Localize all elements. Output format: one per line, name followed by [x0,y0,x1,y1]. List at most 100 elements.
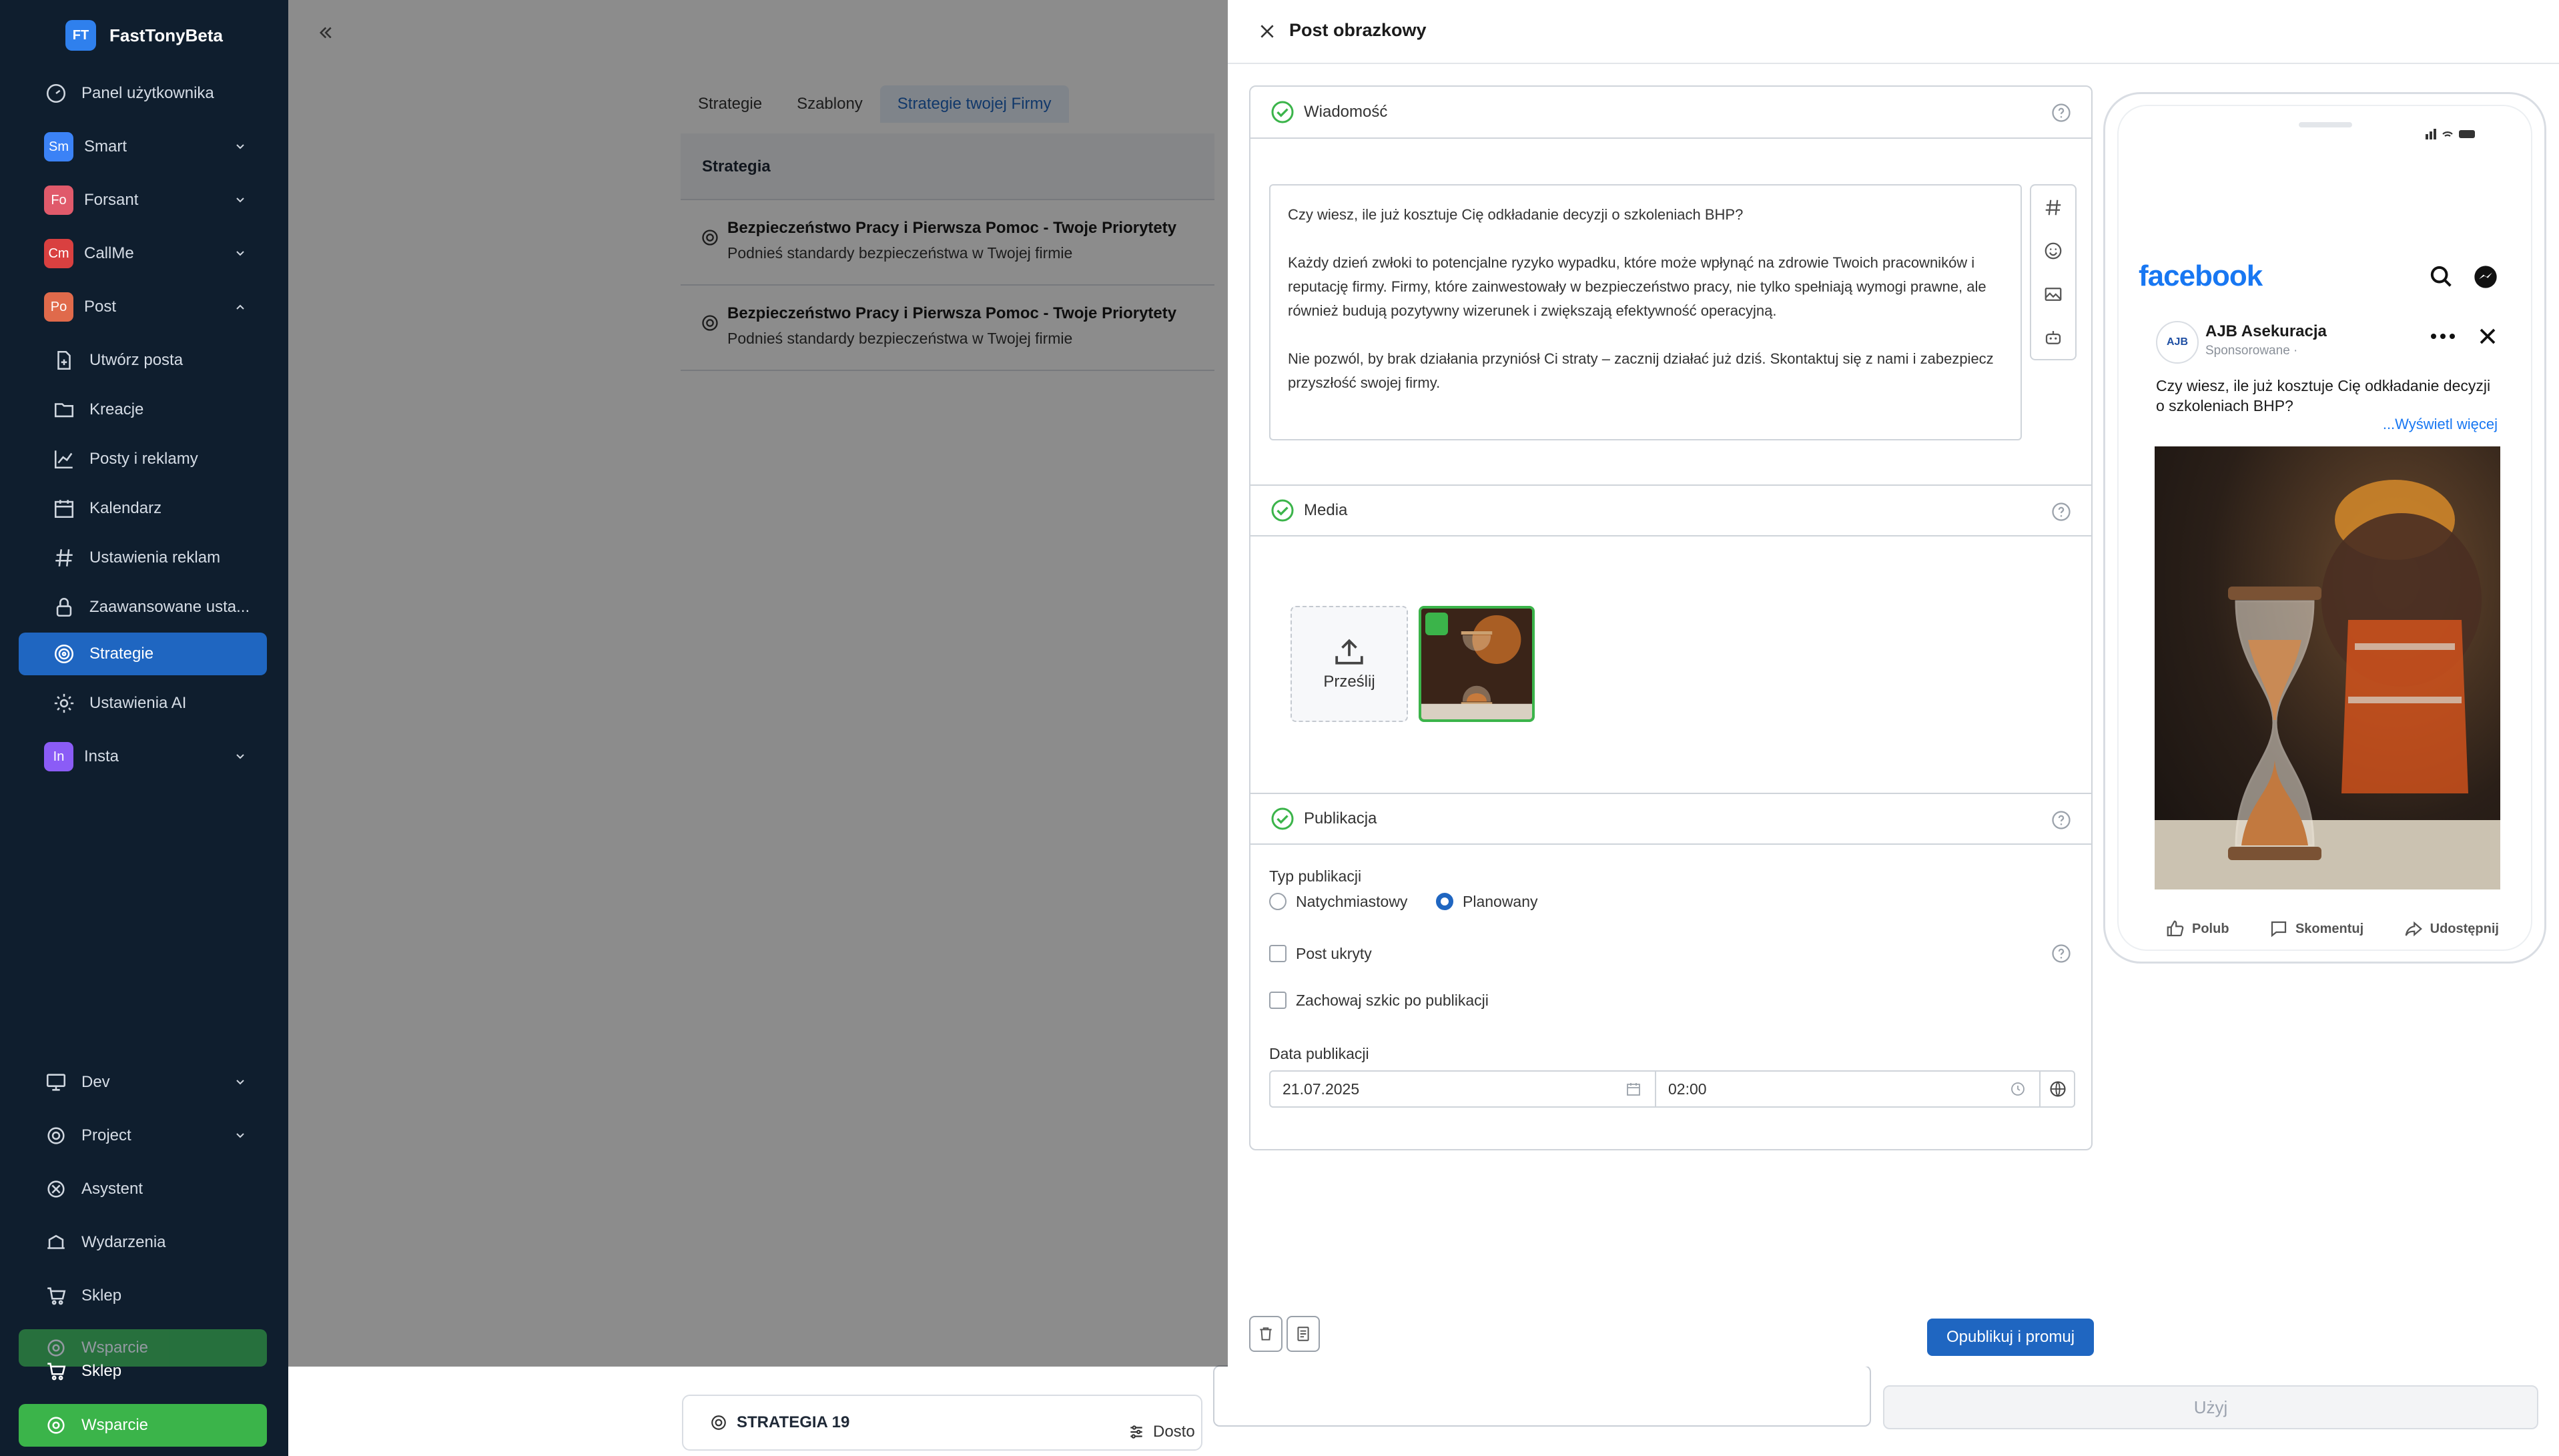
sidebar-item-label: Panel użytkownika [81,84,214,102]
bottom-text-input[interactable] [1213,1365,1871,1427]
radio-immediate[interactable] [1269,893,1287,910]
brand-logo: FT [65,20,96,51]
hashtag-icon[interactable] [2043,198,2063,218]
strategy-card[interactable]: STRATEGIA 19 [682,1395,1202,1451]
check-circle-icon [1271,499,1294,522]
sidebar-item-label: Asystent [81,1180,143,1198]
sidebar-item-post[interactable]: Po Post [19,286,267,328]
thumbs-up-icon [2167,920,2184,937]
facebook-preview: facebook AJB AJB Asekuracja Sponsorowane… [2103,92,2546,964]
sidebar-footer-shop[interactable]: Sklep [19,1355,267,1388]
sidebar-item-ad-settings[interactable]: Ustawienia reklam [19,536,267,579]
sidebar-item-label: Posty i reklamy [89,450,198,468]
upload-button[interactable]: Prześlij [1291,606,1408,722]
sidebar-item-label: Forsant [84,191,139,209]
sponsored-label: Sponsorowane · [2205,344,2298,358]
help-icon[interactable] [2051,944,2071,964]
strategy-card-right[interactable]: Dosto [1128,1423,1195,1441]
sidebar-item-label: Wydarzenia [81,1233,166,1251]
upload-icon [1335,639,1363,665]
events-icon [43,1229,69,1256]
radio-scheduled-label: Planowany [1463,893,1538,910]
cart-icon [43,1283,69,1309]
radio-immediate-label: Natychmiastowy [1296,893,1408,910]
globe-icon[interactable] [2049,1080,2067,1098]
chevron-down-icon [236,1080,244,1085]
sidebar-item-creatives[interactable]: Kreacje [19,388,267,431]
share-label: Udostępnij [2430,921,2499,936]
sidebar-item-label: Sklep [81,1362,122,1380]
sidebar-item-create-post[interactable]: Utwórz posta [19,339,267,382]
sidebar-item-advanced-settings[interactable]: Zaawansowane usta... [19,586,267,629]
time-input[interactable]: 02:00 [1656,1072,2041,1106]
sidebar-item-label: Zaawansowane usta... [89,598,250,616]
emoji-icon[interactable] [2043,241,2063,261]
date-input[interactable]: 21.07.2025 [1270,1072,1655,1106]
sidebar-item-label: Project [81,1126,131,1144]
message-paragraph: Nie pozwól, by brak działania przyniósł … [1288,350,1994,391]
brand[interactable]: FT FastTonyBeta [65,20,223,51]
sidebar-item-calendar[interactable]: Kalendarz [19,487,267,530]
sidebar-item-label: Smart [84,137,127,155]
sidebar-item-callme[interactable]: Cm CallMe [19,232,267,275]
clock-icon[interactable] [2010,1081,2026,1097]
support-icon [43,1412,69,1439]
cart-icon [43,1358,69,1385]
section-message-header[interactable]: Wiadomość [1250,87,2091,139]
media-thumbnail[interactable] [1419,606,1535,722]
callme-badge: Cm [44,239,73,268]
delete-button[interactable] [1249,1316,1283,1352]
sidebar-item-dashboard[interactable]: Panel użytkownika [19,72,267,115]
share-icon [2405,921,2422,937]
comment-action: Skomentuj [2269,919,2363,939]
more-options-icon [2431,334,2455,339]
sidebar-item-insta[interactable]: In Insta [19,735,267,778]
post-badge: Po [44,292,73,322]
sidebar-item-events[interactable]: Wydarzenia [19,1221,267,1264]
help-icon[interactable] [2051,103,2071,123]
sidebar-item-label: Insta [84,747,119,765]
modal-backdrop[interactable] [288,0,1228,1367]
draft-button[interactable] [1287,1316,1320,1352]
image-icon[interactable] [2043,284,2063,304]
radio-scheduled[interactable] [1436,893,1453,910]
sidebar-item-assistant[interactable]: Asystent [19,1168,267,1210]
messenger-icon [2474,266,2497,288]
section-message-label: Wiadomość [1304,103,1388,121]
keep-draft-checkbox[interactable] [1269,992,1287,1009]
sidebar-item-smart[interactable]: Sm Smart [19,125,267,168]
publication-type-label: Typ publikacji [1269,867,1362,885]
message-textarea[interactable]: Czy wiesz, ile już kosztuje Cię odkładan… [1269,184,2022,440]
publish-promote-button[interactable]: Opublikuj i promuj [1927,1319,2094,1356]
section-media-header[interactable]: Media [1250,484,2091,536]
sidebar-item-label: Ustawienia reklam [89,549,221,567]
crop-icon[interactable] [1425,613,1448,635]
sidebar-item-forsant[interactable]: Fo Forsant [19,179,267,222]
drawer-footer-tools [1249,1316,1320,1352]
phone-notch [2299,122,2352,127]
comment-label: Skomentuj [2295,921,2364,936]
sidebar-footer-support[interactable]: Wsparcie [19,1404,267,1447]
section-publication-label: Publikacja [1304,809,1377,827]
robot-icon[interactable] [2043,328,2063,348]
calendar-icon[interactable] [1625,1081,1641,1097]
sidebar-item-strategies[interactable]: Strategie [19,633,267,675]
hidden-post-checkbox[interactable] [1269,945,1287,962]
chevron-up-icon [236,304,244,310]
sidebar-item-dev[interactable]: Dev [19,1061,267,1104]
use-button[interactable]: Użyj [1883,1385,2538,1429]
sidebar-item-project[interactable]: Project [19,1114,267,1157]
sidebar-item-label: Kalendarz [89,499,162,517]
sidebar-item-ai-settings[interactable]: Ustawienia AI [19,682,267,725]
help-icon[interactable] [2051,502,2071,522]
help-icon[interactable] [2051,810,2071,830]
close-icon[interactable] [1258,23,1276,40]
sidebar-item-label: Ustawienia AI [89,694,187,712]
document-icon [1297,1327,1309,1341]
lock-icon [51,594,77,621]
page-name: AJB Asekuracja [2205,322,2327,340]
sidebar-item-posts-ads[interactable]: Posty i reklamy [19,438,267,480]
section-publication-header[interactable]: Publikacja [1250,793,2091,845]
smart-badge: Sm [44,132,73,161]
sidebar-item-shop[interactable]: Sklep [19,1275,267,1317]
